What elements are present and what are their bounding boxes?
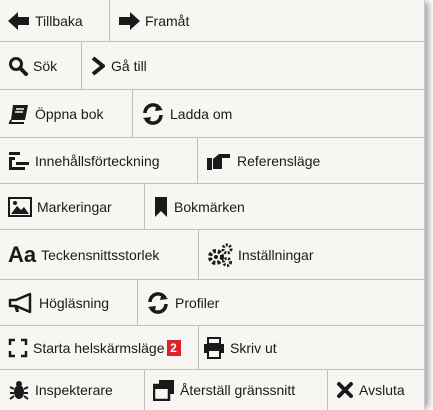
quit-button[interactable]: Avsluta	[328, 370, 424, 410]
reload-label: Ladda om	[170, 105, 233, 122]
windows-icon	[153, 379, 175, 401]
reference-mode-label: Referensläge	[237, 152, 321, 169]
bug-icon	[8, 379, 30, 401]
callout-badge: 2	[166, 339, 181, 356]
menu-row-audio: Högläsning Profiler	[0, 280, 424, 326]
open-book-label: Öppna bok	[35, 105, 104, 122]
inspector-button[interactable]: Inspekterare	[0, 370, 145, 410]
viewer-actions-menu: Tillbaka Framåt Sök Gå till Öppna bok La…	[0, 0, 425, 410]
book-icon	[8, 104, 30, 124]
open-book-button[interactable]: Öppna bok	[0, 90, 133, 137]
bookmarks-button[interactable]: Bokmärken	[145, 184, 285, 229]
pointing-hand-icon	[206, 151, 232, 171]
menu-row-appearance: Aa Teckensnittsstorlek Inställningar	[0, 230, 424, 280]
forward-button[interactable]: Framåt	[110, 0, 230, 41]
reload-button[interactable]: Ladda om	[133, 90, 273, 137]
font-size-icon: Aa	[8, 241, 37, 267]
printer-icon	[203, 336, 225, 359]
bookmarks-label: Bokmärken	[174, 198, 245, 215]
toc-button[interactable]: Innehållsförteckning	[0, 138, 198, 183]
menu-row-book: Öppna bok Ladda om	[0, 90, 424, 138]
read-aloud-button[interactable]: Högläsning	[0, 280, 138, 325]
back-button[interactable]: Tillbaka	[0, 0, 110, 41]
settings-label: Inställningar	[238, 246, 314, 263]
arrow-left-icon	[8, 11, 30, 31]
search-icon	[8, 56, 28, 76]
profiles-button[interactable]: Profiler	[138, 280, 258, 325]
highlights-label: Markeringar	[37, 198, 112, 215]
print-label: Skriv ut	[230, 339, 277, 356]
reset-interface-button[interactable]: Återställ gränssnitt	[145, 370, 328, 410]
menu-row-highlights: Markeringar Bokmärken	[0, 184, 424, 230]
toc-icon	[8, 150, 30, 172]
bookmark-icon	[153, 196, 169, 218]
print-button[interactable]: Skriv ut	[199, 326, 319, 369]
quit-label: Avsluta	[359, 382, 405, 398]
settings-button[interactable]: Inställningar	[199, 230, 359, 279]
font-size-button[interactable]: Aa Teckensnittsstorlek	[0, 230, 199, 279]
search-label: Sök	[33, 57, 58, 74]
fullscreen-label: Starta helskärmsläge	[33, 339, 165, 356]
gears-icon	[207, 243, 233, 267]
font-size-label: Teckensnittsstorlek	[41, 246, 160, 263]
close-icon	[336, 381, 354, 399]
menu-row-system: Inspekterare Återställ gränssnitt Avslut…	[0, 370, 424, 410]
arrow-right-icon	[118, 11, 140, 31]
inspector-label: Inspekterare	[35, 382, 113, 398]
chevron-right-icon	[90, 55, 106, 76]
menu-row-navigation: Tillbaka Framåt	[0, 0, 424, 42]
read-aloud-label: Högläsning	[39, 294, 110, 311]
menu-row-contents: Innehållsförteckning Referensläge	[0, 138, 424, 184]
image-icon	[8, 196, 32, 217]
toc-label: Innehållsförteckning	[35, 152, 160, 169]
back-label: Tillbaka	[35, 12, 83, 29]
megaphone-icon	[8, 292, 34, 314]
refresh-icon	[146, 291, 170, 314]
menu-row-search: Sök Gå till	[0, 42, 424, 90]
forward-label: Framåt	[145, 12, 190, 29]
refresh-icon	[141, 102, 165, 125]
fullscreen-icon	[8, 338, 28, 358]
menu-row-display: Starta helskärmsläge 2 Skriv ut	[0, 326, 424, 370]
profiles-label: Profiler	[175, 294, 220, 311]
highlights-button[interactable]: Markeringar	[0, 184, 145, 229]
goto-button[interactable]: Gå till	[82, 42, 202, 89]
fullscreen-button[interactable]: Starta helskärmsläge 2	[0, 326, 199, 369]
reference-mode-button[interactable]: Referensläge	[198, 138, 358, 183]
goto-label: Gå till	[111, 57, 147, 74]
search-button[interactable]: Sök	[0, 42, 82, 89]
reset-interface-label: Återställ gränssnitt	[180, 382, 296, 398]
